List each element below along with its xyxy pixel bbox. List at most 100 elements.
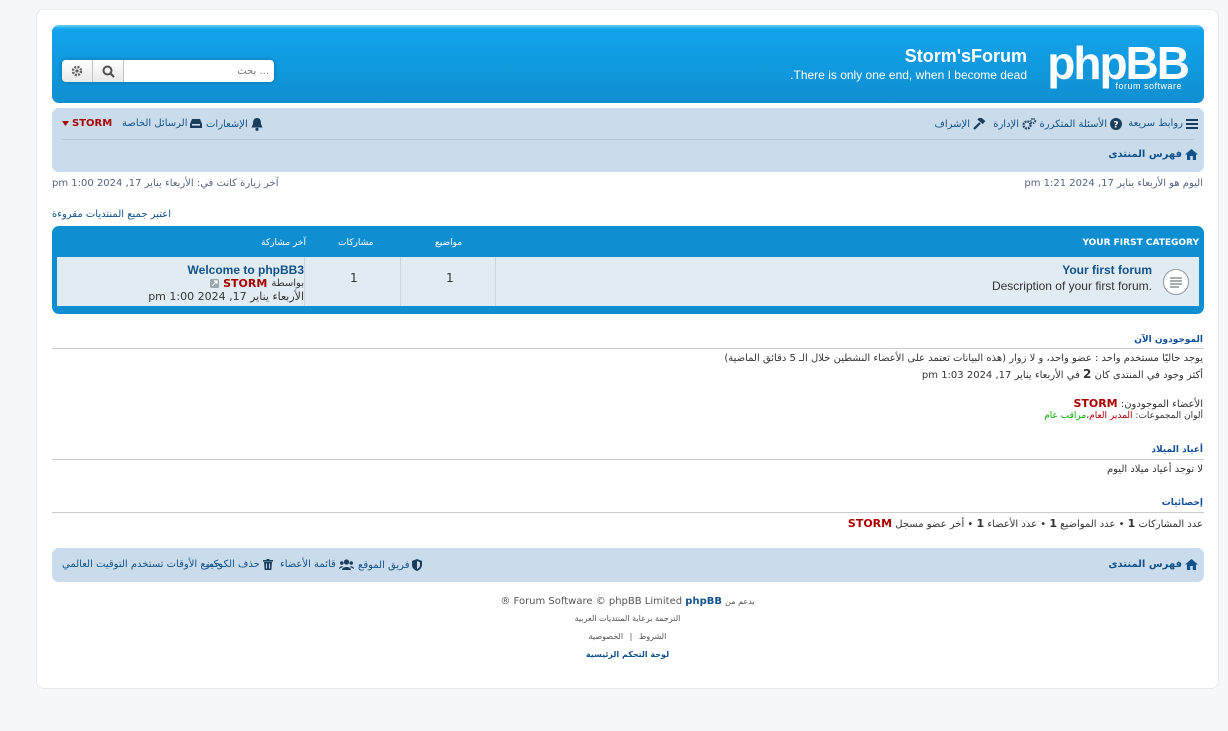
forum-list: YOUR FIRST CATEGORY مواضيع مشاركات آخر م… (52, 226, 1204, 314)
forum-row: Your first forum Description of your fir… (57, 257, 1199, 306)
search-input[interactable] (126, 61, 272, 81)
cogs-icon (1022, 118, 1036, 130)
online-heading[interactable]: الموجودون الآن (1134, 335, 1203, 345)
legend-label: ألوان المجموعات: (1135, 411, 1203, 421)
translation-credit[interactable]: الترجمة برعاية المنتديات العربية (37, 614, 1218, 623)
home-icon (1185, 149, 1198, 160)
bars-icon (1186, 119, 1198, 129)
quick-links-label: روابط سريعة (1128, 118, 1183, 129)
posts-header: مشاركات (338, 238, 374, 248)
stats-newest-user[interactable]: STORM (848, 517, 892, 530)
category-title[interactable]: YOUR FIRST CATEGORY (1082, 238, 1199, 248)
acp-link[interactable]: الإدارة (993, 118, 1036, 130)
footer-home-label: فهرس المنتدى (1108, 559, 1182, 570)
stats-members-value: 1 (976, 517, 985, 530)
forum-title-link[interactable]: Your first forum (1062, 263, 1152, 277)
legend-mod-link[interactable]: مراقب عام (1044, 411, 1086, 421)
gear-icon (71, 65, 83, 77)
quick-links-menu[interactable]: روابط سريعة (1128, 118, 1198, 129)
online-members: الأعضاء الموجودون: STORM (1073, 397, 1203, 410)
site-title: Storm'sForum (904, 46, 1027, 66)
stats-topics-label: عدد المواضيع (1060, 519, 1116, 530)
online-members-label: الأعضاء الموجودون: (1120, 399, 1203, 410)
search-box (62, 60, 274, 82)
stats-posts-value: 1 (1127, 517, 1136, 530)
online-member-user[interactable]: STORM (1073, 397, 1117, 410)
birthdays-text: لا توجد أعياد ميلاد اليوم (1106, 464, 1203, 475)
footer-links: الشروط | الخصوصية (37, 632, 1218, 641)
privacy-link[interactable]: الخصوصية (589, 632, 623, 641)
online-record-count: 2 (1083, 367, 1092, 381)
search-icon (102, 65, 115, 78)
notifications-link[interactable]: الإشعارات (206, 118, 263, 131)
powered-by: ® Forum Software © phpBB Limited phpBB ب… (37, 596, 1218, 607)
online-record-prefix: أكثر وجود في المنتدى كان (1094, 370, 1203, 381)
footer-separator: | (629, 632, 633, 641)
timezone-note: جميع الأوقات تستخدم التوقيت العالمي (62, 559, 221, 570)
private-messages-label: الرسائل الخاصة (122, 118, 188, 129)
divider (52, 348, 1204, 349)
svg-text:?: ? (1113, 121, 1118, 131)
private-messages-link[interactable]: الرسائل الخاصة (122, 118, 203, 129)
delete-cookies-link[interactable]: حذف الكوكيز (205, 559, 273, 570)
breadcrumb-home-label: فهرس المنتدى (1108, 149, 1182, 160)
phpbb-link[interactable]: phpBB (685, 596, 722, 607)
caret-down-icon (62, 121, 69, 126)
online-record: أكثر وجود في المنتدى كان 2 في الأربعاء ي… (922, 367, 1203, 381)
topics-header: مواضيع (435, 238, 463, 248)
divider (52, 512, 1204, 513)
last-post-by-label: بواسطة (271, 278, 304, 289)
current-time: اليوم هو الأربعاء يناير 17, 2024 1:21 pm (1024, 178, 1203, 189)
faq-link[interactable]: ? الأسئلة المتكررة (1040, 118, 1122, 130)
legend-admin-link[interactable]: المدير العام (1089, 411, 1132, 421)
terms-link[interactable]: الشروط (639, 632, 666, 641)
stats-posts-label: عدد المشاركات (1138, 519, 1203, 530)
members-list-link[interactable]: قائمة الأعضاء (280, 559, 354, 570)
last-post-author: بواسطة STORM (210, 277, 304, 290)
inbox-icon (190, 119, 203, 128)
user-menu[interactable]: STORM (62, 118, 112, 129)
username-label: STORM (72, 118, 113, 129)
powered-by-suffix: ® Forum Software © phpBB Limited (500, 596, 683, 607)
online-record-suffix: في الأربعاء يناير 17, 2024 1:03 pm (921, 370, 1080, 381)
search-button[interactable] (93, 60, 124, 82)
page-wrapper: phpBB forum software Storm'sForum .There… (36, 9, 1219, 689)
mcp-link[interactable]: الإشراف (934, 118, 987, 130)
view-latest-post-icon[interactable] (210, 279, 220, 288)
delete-cookies-label: حذف الكوكيز (205, 559, 260, 570)
group-legend: ألوان المجموعات: المدير العام،مراقب عام (1044, 411, 1203, 421)
forum-posts-count: 1 (350, 271, 358, 285)
forum-description: Description of your first forum. (991, 279, 1152, 293)
divider (52, 459, 1204, 460)
site-header: phpBB forum software Storm'sForum .There… (52, 25, 1204, 103)
advanced-search-button[interactable] (62, 60, 93, 82)
cell-divider (400, 257, 401, 306)
navbar-divider (62, 139, 1194, 140)
logo-subtitle: forum software (1115, 81, 1182, 91)
team-label: فريق الموقع (358, 559, 410, 571)
last-post-title-link[interactable]: Welcome to phpBB3 (188, 263, 304, 277)
footer-home-link[interactable]: فهرس المنتدى (1108, 559, 1198, 570)
breadcrumb-home[interactable]: فهرس المنتدى (1108, 149, 1198, 160)
powered-by-prefix: بدعم من (725, 597, 755, 606)
stats-members-label: عدد الأعضاء (987, 519, 1038, 530)
stats-topics-value: 1 (1049, 517, 1057, 530)
footer-navbar: فهرس المنتدى جميع الأوقات تستخدم التوقيت… (52, 548, 1204, 582)
phpbb-logo[interactable]: phpBB (1047, 40, 1190, 86)
team-link[interactable]: فريق الموقع (358, 559, 423, 571)
trash-icon (262, 559, 273, 570)
users-icon (338, 559, 354, 570)
acp-label: الإدارة (993, 118, 1019, 130)
home-icon (1185, 559, 1198, 570)
acp-footer-link[interactable]: لوحة التحكم الرئيسية (37, 650, 1218, 659)
last-visit: آخر زيارة كانت في: الأربعاء يناير 17, 20… (52, 178, 279, 189)
last-post-user-link[interactable]: STORM (223, 277, 267, 290)
birthdays-heading: أعياد الميلاد (1151, 445, 1203, 455)
navbar: روابط سريعة ? الأسئلة المتكررة الإدارة ا… (52, 108, 1204, 172)
stats-newest-label: أخر عضو مسجل (895, 519, 965, 530)
mark-forums-read-link[interactable]: اعتبر جميع المنتديات مقروءة (52, 209, 171, 220)
gavel-icon (973, 118, 986, 130)
cell-divider (304, 257, 305, 306)
notifications-label: الإشعارات (206, 119, 248, 130)
cell-divider (495, 257, 496, 306)
